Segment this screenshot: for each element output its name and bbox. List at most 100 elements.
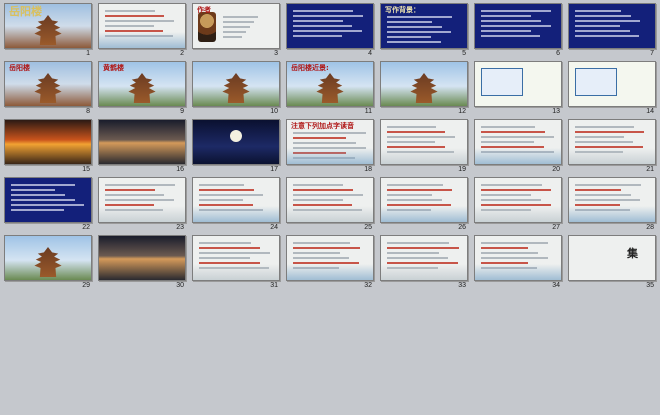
slide-preview[interactable]	[568, 119, 656, 165]
slide-title: 写作背景：	[385, 6, 420, 14]
slide-preview[interactable]: 集	[568, 235, 656, 281]
slide-text-lines	[387, 16, 461, 46]
slide-thumbnail[interactable]: 黄鹤楼 9	[98, 61, 186, 119]
ink-wash-decoration	[99, 206, 185, 222]
slide-preview[interactable]	[98, 235, 186, 281]
slide-preview[interactable]	[192, 61, 280, 107]
slide-thumbnail[interactable]: 10	[192, 61, 280, 119]
slide-thumbnail[interactable]: 14	[568, 61, 656, 119]
ink-wash-decoration	[475, 264, 561, 280]
slide-preview[interactable]: 写作背景：	[380, 3, 468, 49]
slide-thumbnail[interactable]: 34	[474, 235, 562, 293]
slide-thumbnail[interactable]: 13	[474, 61, 562, 119]
ink-wash-decoration	[381, 148, 467, 164]
slide-number: 22	[82, 224, 90, 231]
slide-preview[interactable]	[568, 61, 656, 107]
slide-preview[interactable]	[568, 177, 656, 223]
slide-number: 8	[86, 108, 90, 115]
slide-thumbnail[interactable]: 16	[98, 119, 186, 177]
slide-thumbnail[interactable]: 29	[4, 235, 92, 293]
slide-preview[interactable]: 注意下列加点字读音	[286, 119, 374, 165]
slide-thumbnail[interactable]: 22	[4, 177, 92, 235]
ink-wash-decoration	[193, 206, 279, 222]
slide-thumbnail[interactable]: 31	[192, 235, 280, 293]
slide-thumbnail[interactable]: 12	[380, 61, 468, 119]
slide-preview[interactable]	[380, 235, 468, 281]
slide-thumbnail[interactable]: 23	[98, 177, 186, 235]
slide-thumbnail[interactable]: 2	[98, 3, 186, 61]
slide-thumbnail[interactable]: 岳阳楼近景: 11	[286, 61, 374, 119]
slide-number: 4	[368, 50, 372, 57]
slide-preview[interactable]	[98, 119, 186, 165]
slide-thumbnail[interactable]: 17	[192, 119, 280, 177]
slide-number: 16	[176, 166, 184, 173]
slide-thumbnail[interactable]: 写作背景： 5	[380, 3, 468, 61]
slide-preview[interactable]	[286, 3, 374, 49]
ink-wash-decoration	[569, 206, 655, 222]
ink-wash-decoration	[569, 148, 655, 164]
slide-preview[interactable]	[568, 3, 656, 49]
slide-thumbnail[interactable]: 集 35	[568, 235, 656, 293]
ink-wash-decoration	[475, 148, 561, 164]
slide-thumbnail[interactable]: 4	[286, 3, 374, 61]
slide-thumbnail[interactable]: 24	[192, 177, 280, 235]
slide-number: 15	[82, 166, 90, 173]
slide-preview[interactable]	[474, 177, 562, 223]
slide-number: 30	[176, 282, 184, 289]
slide-preview[interactable]: 岳阳楼	[4, 3, 92, 49]
slide-thumbnail[interactable]: 27	[474, 177, 562, 235]
slide-number: 19	[458, 166, 466, 173]
moon-photo	[230, 130, 242, 142]
slide-thumbnail[interactable]: 岳阳楼 8	[4, 61, 92, 119]
slide-thumbnail[interactable]: 25	[286, 177, 374, 235]
slide-preview[interactable]	[474, 61, 562, 107]
slide-thumbnail[interactable]: 30	[98, 235, 186, 293]
slide-thumbnail[interactable]: 注意下列加点字读音 18	[286, 119, 374, 177]
slide-preview[interactable]	[380, 61, 468, 107]
ink-wash-decoration	[475, 206, 561, 222]
slide-preview[interactable]	[380, 177, 468, 223]
slide-number: 14	[646, 108, 654, 115]
slide-preview[interactable]: 黄鹤楼	[98, 61, 186, 107]
slide-title: 黄鹤楼	[103, 64, 124, 72]
slide-preview[interactable]: 岳阳楼	[4, 61, 92, 107]
slide-thumbnail[interactable]: 作者 3	[192, 3, 280, 61]
slide-preview[interactable]: 作者	[192, 3, 280, 49]
ink-wash-decoration	[287, 206, 373, 222]
slide-preview[interactable]	[192, 119, 280, 165]
slide-thumbnail[interactable]: 19	[380, 119, 468, 177]
slide-preview[interactable]	[380, 119, 468, 165]
slide-text-lines	[575, 10, 649, 40]
slide-thumbnail[interactable]: 20	[474, 119, 562, 177]
slide-number: 7	[650, 50, 654, 57]
slide-title: 注意下列加点字读音	[291, 122, 354, 130]
slide-thumbnail[interactable]: 7	[568, 3, 656, 61]
slide-number: 29	[82, 282, 90, 289]
slide-preview[interactable]: 岳阳楼近景:	[286, 61, 374, 107]
author-portrait	[198, 12, 216, 42]
slide-thumbnail[interactable]: 26	[380, 177, 468, 235]
slide-preview[interactable]	[4, 235, 92, 281]
slide-preview[interactable]	[98, 177, 186, 223]
slide-preview[interactable]	[98, 3, 186, 49]
slide-thumbnail[interactable]: 6	[474, 3, 562, 61]
slide-preview[interactable]	[474, 235, 562, 281]
slide-preview[interactable]	[4, 177, 92, 223]
slide-number: 13	[552, 108, 560, 115]
slide-preview[interactable]	[474, 3, 562, 49]
slide-preview[interactable]	[286, 177, 374, 223]
slide-text-lines	[293, 10, 367, 40]
slide-thumbnail[interactable]: 21	[568, 119, 656, 177]
slide-preview[interactable]	[474, 119, 562, 165]
slide-preview[interactable]	[192, 235, 280, 281]
slide-thumbnail[interactable]: 15	[4, 119, 92, 177]
slide-thumbnail[interactable]: 32	[286, 235, 374, 293]
ink-wash-decoration	[381, 206, 467, 222]
slide-thumbnail[interactable]: 28	[568, 177, 656, 235]
slide-number: 20	[552, 166, 560, 173]
slide-preview[interactable]	[286, 235, 374, 281]
slide-preview[interactable]	[4, 119, 92, 165]
slide-thumbnail[interactable]: 岳阳楼 1	[4, 3, 92, 61]
slide-preview[interactable]	[192, 177, 280, 223]
slide-thumbnail[interactable]: 33	[380, 235, 468, 293]
